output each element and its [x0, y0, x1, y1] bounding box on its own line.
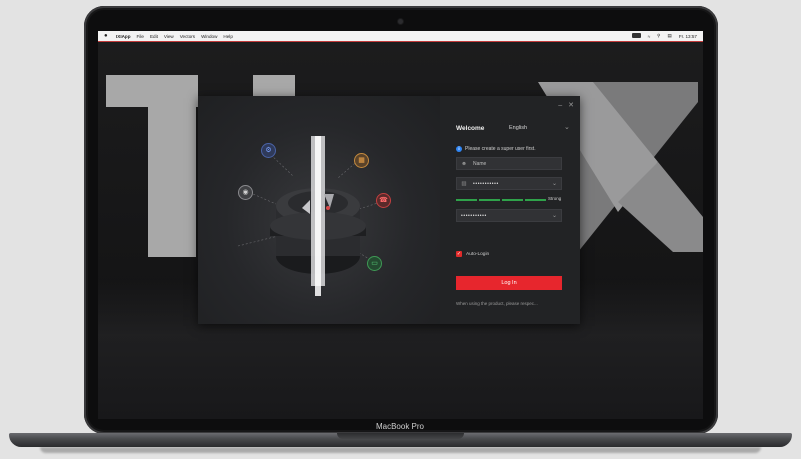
setup-hint-text: Please create a super user first.: [465, 146, 536, 152]
menu-edit[interactable]: Edit: [150, 34, 158, 39]
auto-login-row[interactable]: ✓ Auto-Login: [456, 251, 489, 257]
password-strength-label: Strong: [548, 196, 562, 201]
language-select[interactable]: English: [509, 125, 527, 131]
menu-file[interactable]: File: [137, 34, 144, 39]
password-strength-bar: [456, 199, 546, 201]
laptop-hinge-notch: [337, 433, 464, 439]
info-icon: i: [456, 146, 462, 152]
storage-icon: ▦: [354, 153, 369, 168]
app-window: ⚙ ▦ ◉ ☎ ▭ – ✕ Welcome English ⌄ i Please…: [198, 96, 580, 324]
camera-icon: [398, 19, 403, 24]
username-field: ☻: [456, 157, 562, 170]
menu-clock[interactable]: Fr. 13:57: [679, 34, 697, 39]
hero-illustration: [198, 96, 440, 324]
alarm-icon: ☎: [376, 193, 391, 208]
legal-notice[interactable]: When using the product, please respec...: [456, 301, 538, 306]
lock-icon: ▨: [461, 180, 467, 187]
device-brand-label: MacBook Pro: [375, 422, 425, 431]
menu-window[interactable]: Window: [201, 34, 217, 39]
laptop-shadow: [40, 447, 761, 453]
wifi-icon[interactable]: ≈: [648, 34, 651, 39]
menu-view[interactable]: View: [164, 34, 174, 39]
welcome-title: Welcome: [456, 125, 485, 132]
auto-login-label: Auto-Login: [466, 251, 490, 257]
setup-hint: i Please create a super user first.: [456, 146, 536, 152]
apple-icon[interactable]: ●: [104, 31, 110, 41]
show-confirm-password-icon[interactable]: ⌄: [552, 212, 557, 219]
control-center-icon[interactable]: ▤: [668, 33, 672, 39]
confirm-password-input[interactable]: [457, 212, 531, 219]
password-field: ▨ ⌄: [456, 177, 562, 190]
menu-help[interactable]: Help: [223, 34, 232, 39]
battery-icon[interactable]: [631, 33, 641, 39]
menu-bar: ● IXIApp File Edit View Vectors Window H…: [98, 31, 703, 42]
login-panel: Welcome English ⌄ i Please create a supe…: [456, 96, 580, 324]
chevron-down-icon[interactable]: ⌄: [564, 123, 570, 131]
show-password-icon[interactable]: ⌄: [552, 180, 557, 187]
confirm-password-field: ⌄: [456, 209, 562, 222]
monitor-icon: ▭: [367, 256, 382, 271]
laptop-screen: ● IXIApp File Edit View Vectors Window H…: [98, 31, 703, 419]
username-input[interactable]: [469, 160, 543, 167]
auto-login-checkbox[interactable]: ✓: [456, 251, 462, 257]
user-icon: ☻: [461, 160, 467, 167]
menu-vectors[interactable]: Vectors: [180, 34, 195, 39]
login-button[interactable]: Log In: [456, 276, 562, 290]
network-icon: ⚙: [261, 143, 276, 158]
password-input[interactable]: [469, 180, 543, 187]
camera-device-icon: ◉: [238, 185, 253, 200]
menu-app[interactable]: IXIApp: [116, 34, 131, 39]
search-icon[interactable]: ⚲: [657, 33, 660, 39]
